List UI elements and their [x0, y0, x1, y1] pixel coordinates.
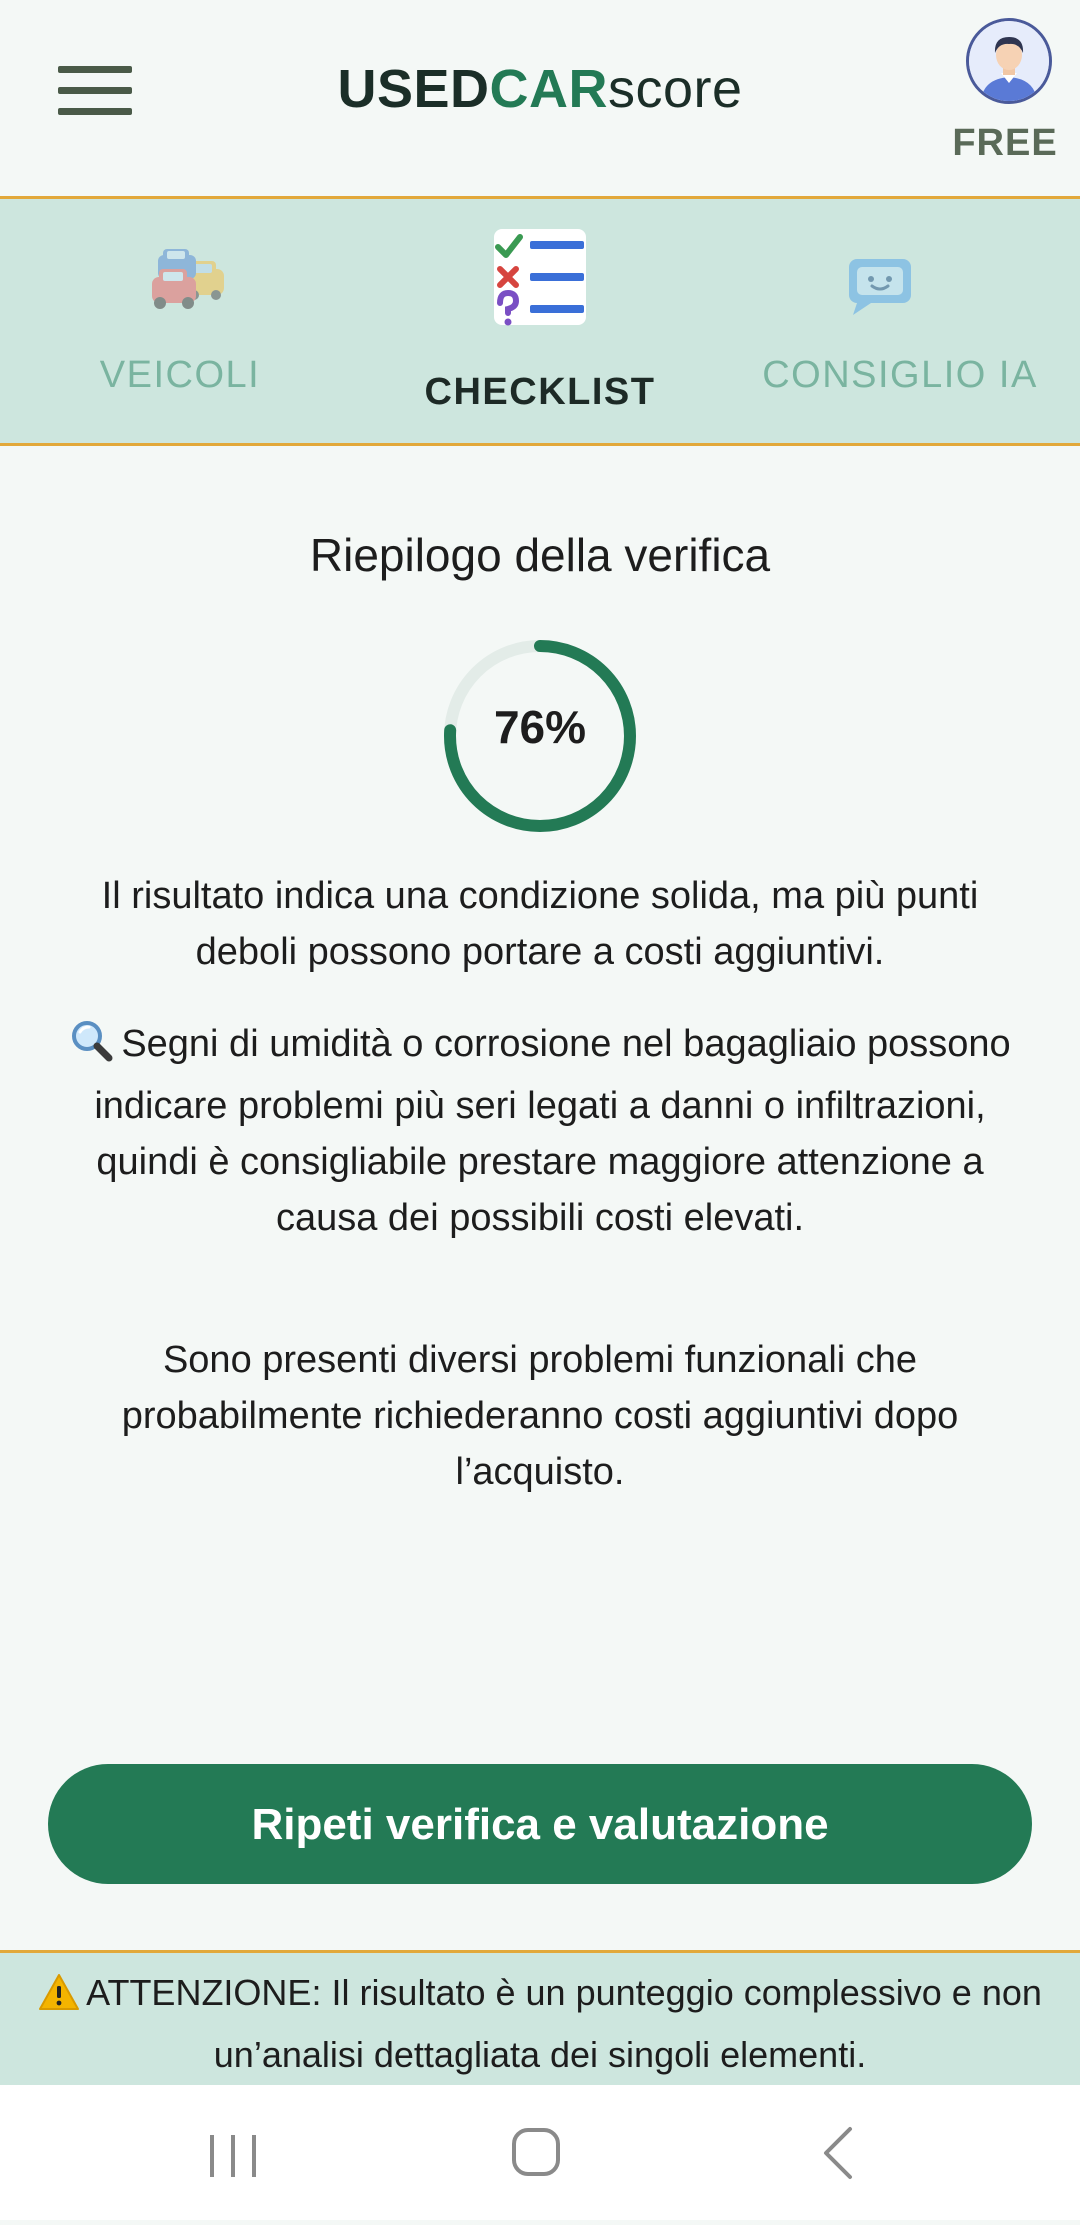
magnifying-glass-icon [69, 1018, 113, 1078]
tab-veicoli-label: VEICOLI [99, 354, 261, 396]
plan-badge: FREE [952, 122, 1058, 164]
summary-paragraph-2: Segni di umidità o corrosione nel bagagl… [60, 1016, 1020, 1246]
tab-checklist-label: CHECKLIST [424, 371, 656, 413]
system-nav-bar [0, 2085, 1080, 2220]
home-icon[interactable] [500, 2085, 580, 2220]
tab-bar: VEICOLI CHECKLIST CONSIGLIO IA [0, 199, 1080, 446]
warning-banner: ATTENZIONE: Il risultato è un punteggio … [0, 1950, 1080, 2085]
app-header: USEDCARscore FREE [0, 0, 1080, 199]
logo-used: USED [337, 59, 490, 119]
score-percent: 76% [493, 701, 587, 753]
back-icon[interactable] [810, 2085, 870, 2220]
logo-score: score [607, 59, 743, 119]
tab-checklist[interactable]: CHECKLIST [360, 199, 720, 443]
summary-paragraph-3: Sono presenti diversi problemi funzional… [121, 1339, 959, 1493]
warning-icon [38, 1971, 80, 2027]
warning-text: ATTENZIONE: Il risultato è un punteggio … [20, 1965, 1060, 2083]
summary-paragraph-1: Il risultato indica una condizione solid… [101, 875, 979, 973]
app-logo: USEDCARscore [0, 58, 1080, 120]
summary-paragraph-2-text: Segni di umidità o corrosione nel bagagl… [94, 1023, 1011, 1239]
summary-title: Riepilogo della verifica [309, 529, 771, 581]
user-avatar-icon[interactable] [966, 18, 1052, 104]
chatbot-icon [845, 255, 915, 324]
tab-consiglio-ia[interactable]: CONSIGLIO IA [720, 199, 1080, 443]
warning-message: ATTENZIONE: Il risultato è un punteggio … [86, 1972, 1042, 2075]
cars-icon [150, 247, 230, 322]
tab-veicoli[interactable]: VEICOLI [0, 199, 360, 443]
tab-consiglio-ia-label: CONSIGLIO IA [762, 354, 1038, 396]
recents-icon[interactable] [200, 2085, 270, 2220]
checklist-icon [490, 225, 590, 334]
repeat-check-button[interactable]: Ripeti verifica e valutazione [48, 1764, 1032, 1884]
logo-car: CAR [489, 59, 608, 119]
